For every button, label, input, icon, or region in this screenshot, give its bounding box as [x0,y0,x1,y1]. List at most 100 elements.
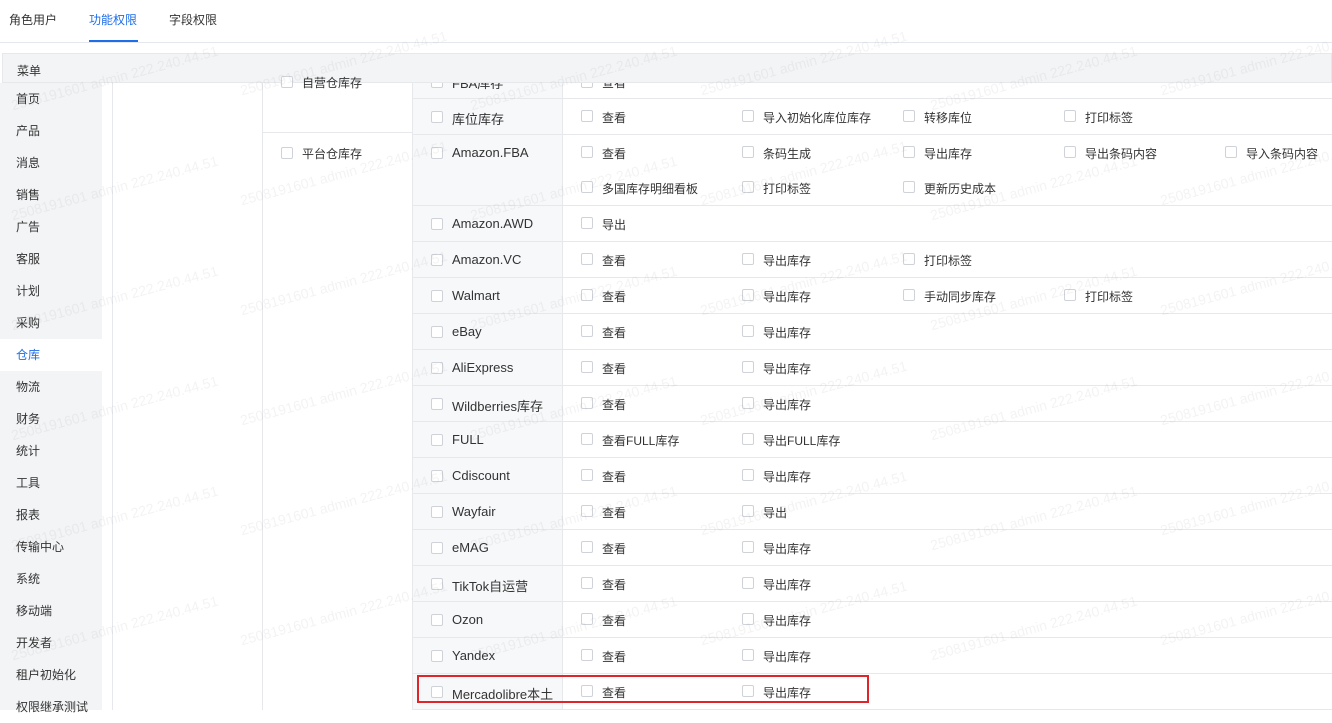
sidebar-item[interactable]: 财务 [0,403,102,435]
sidebar-item[interactable]: 系统 [0,563,102,595]
permission-checkbox[interactable] [581,577,593,589]
sidebar-item[interactable]: 消息 [0,147,102,179]
sidebar-item[interactable]: 仓库 [0,339,102,371]
row-checkbox[interactable] [431,326,443,338]
row-checkbox[interactable] [431,254,443,266]
row-checkbox[interactable] [431,398,443,410]
sidebar-item[interactable]: 客服 [0,243,102,275]
permission-checkbox[interactable] [903,181,915,193]
tab-field-permissions[interactable]: 字段权限 [169,11,217,28]
permission-checkbox[interactable] [742,541,754,553]
row-checkbox[interactable] [431,506,443,518]
permission-label: 导出库存 [763,578,812,592]
permission-checkbox[interactable] [581,217,593,229]
sidebar-item[interactable]: 开发者 [0,627,102,659]
permission-checkbox[interactable] [742,505,754,517]
permission-checkbox[interactable] [581,289,593,301]
permission-checkbox[interactable] [1064,289,1076,301]
permission-checkbox[interactable] [581,433,593,445]
permission-checkbox[interactable] [903,146,915,158]
permission-checkbox[interactable] [742,325,754,337]
permission-checkbox[interactable] [581,685,593,697]
permission-label: 转移库位 [924,111,973,125]
sidebar-item[interactable]: 计划 [0,275,102,307]
permission-checkbox[interactable] [581,541,593,553]
permission-checkbox[interactable] [742,181,754,193]
permission-checkbox[interactable] [903,110,915,122]
permission-checkbox[interactable] [581,181,593,193]
permission-checkbox[interactable] [742,469,754,481]
permission-checkbox[interactable] [742,613,754,625]
sidebar-item[interactable]: 租户初始化 [0,659,102,691]
row-name-cell: Amazon.VC [413,242,563,277]
permission-checkbox[interactable] [581,253,593,265]
permission-label: 查看FULL库存 [602,434,680,448]
permission-checkbox[interactable] [903,253,915,265]
row-checkbox[interactable] [431,578,443,590]
permission-label: 查看 [602,470,627,484]
permission-checkbox[interactable] [581,469,593,481]
row-checkbox[interactable] [431,218,443,230]
permission-checkbox[interactable] [581,110,593,122]
permission-checkbox[interactable] [1064,110,1076,122]
sidebar-item[interactable]: 销售 [0,179,102,211]
permission-label: 查看 [602,506,627,520]
sidebar-item[interactable]: 首页 [0,83,102,115]
sidebar-item[interactable]: 传输中心 [0,531,102,563]
group-platform-warehouse-checkbox[interactable] [281,147,293,159]
row-checkbox[interactable] [431,542,443,554]
row-checkbox[interactable] [431,470,443,482]
tab-role-users[interactable]: 角色用户 [9,11,57,28]
permission-checkbox[interactable] [742,253,754,265]
permission-checkbox[interactable] [581,649,593,661]
permission-checkbox[interactable] [742,289,754,301]
permission-checkbox[interactable] [581,613,593,625]
permission-checkbox[interactable] [742,685,754,697]
group-column: 自营仓库存 平台仓库存 [263,76,413,710]
permission-checkbox[interactable] [742,146,754,158]
permission-checkbox[interactable] [581,146,593,158]
permission-label: 查看 [602,147,627,161]
row-checkbox[interactable] [431,362,443,374]
sidebar-item[interactable]: 统计 [0,435,102,467]
table-row: Ozon 查看 导出库存 [413,602,1332,638]
tab-function-permissions[interactable]: 功能权限 [89,11,137,28]
permission-checkbox[interactable] [742,577,754,589]
permission-checkbox[interactable] [742,361,754,373]
row-checkbox[interactable] [431,147,443,159]
row-name-cell: Walmart [413,278,563,313]
row-checkbox[interactable] [431,650,443,662]
row-checkbox[interactable] [431,434,443,446]
sidebar-item[interactable]: 产品 [0,115,102,147]
sidebar-item[interactable]: 工具 [0,467,102,499]
permission-checkbox[interactable] [581,505,593,517]
row-name-cell: FULL [413,422,563,457]
row-checkbox[interactable] [431,290,443,302]
permission-checkbox[interactable] [581,83,593,88]
permission-label: 导出 [602,218,627,232]
sidebar-item[interactable]: 移动端 [0,595,102,627]
permission-checkbox[interactable] [903,289,915,301]
sidebar-item[interactable]: 广告 [0,211,102,243]
permission-checkbox[interactable] [581,361,593,373]
row-checkbox[interactable] [431,686,443,698]
sidebar-item[interactable]: 采购 [0,307,102,339]
permission-checkbox[interactable] [742,110,754,122]
permission-checkbox[interactable] [742,649,754,661]
permission-label: 查看 [602,290,627,304]
permission-checkbox[interactable] [581,397,593,409]
sidebar-item[interactable]: 物流 [0,371,102,403]
sidebar-item[interactable]: 报表 [0,499,102,531]
permission-checkbox[interactable] [742,397,754,409]
permission-label: 导出FULL库存 [763,434,841,448]
row-checkbox[interactable] [431,83,443,88]
row-checkbox[interactable] [431,111,443,123]
permission-checkbox[interactable] [742,433,754,445]
permission-checkbox[interactable] [1064,146,1076,158]
permission-checkbox[interactable] [1225,146,1237,158]
sidebar-item[interactable]: 权限继承测试 [0,691,102,723]
group-self-warehouse-checkbox[interactable] [281,76,293,88]
table-row: 库位库存 查看 导入初始化库位库存 转移库位 打印标签 [413,99,1332,135]
row-checkbox[interactable] [431,614,443,626]
permission-checkbox[interactable] [581,325,593,337]
